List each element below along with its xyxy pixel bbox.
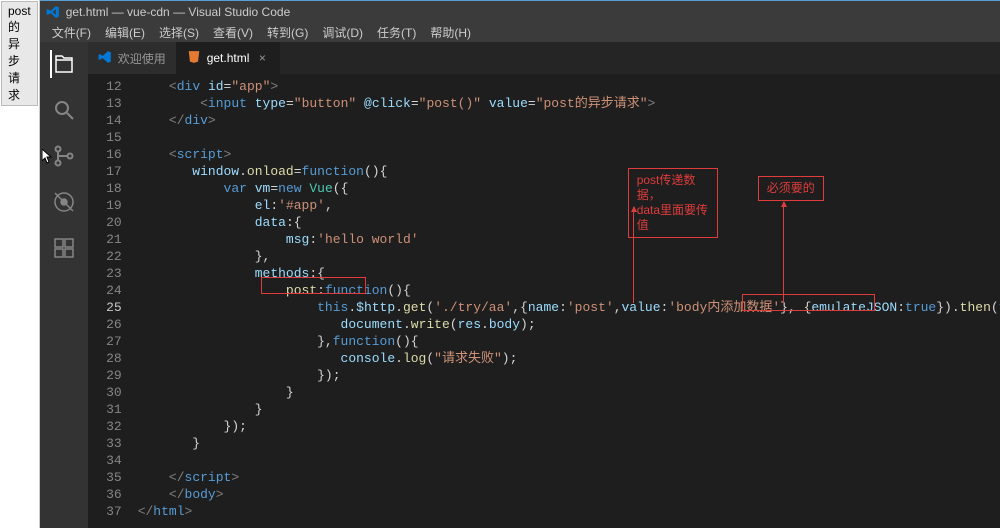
window-title: get.html — vue-cdn — Visual Studio Code (66, 5, 291, 19)
activitybar (40, 42, 88, 528)
menu-edit[interactable]: 编辑(E) (99, 23, 151, 42)
vscode-logo-icon (46, 5, 60, 19)
annotation-required: 必须要的 (758, 176, 824, 201)
tab-get-html[interactable]: get.html × (177, 42, 281, 74)
editor-body[interactable]: 12 13 14 15 16 17 18 19 20 21 22 23 24 2… (88, 74, 1000, 528)
tab-label: 欢迎使用 (118, 50, 166, 67)
explorer-icon[interactable] (50, 50, 78, 78)
titlebar: get.html — vue-cdn — Visual Studio Code (40, 0, 1000, 22)
html-file-icon (187, 50, 201, 67)
vscode-tab-icon (98, 50, 112, 67)
tab-welcome[interactable]: 欢迎使用 (88, 42, 177, 74)
tab-label: get.html (207, 51, 250, 65)
menubar: 文件(F) 编辑(E) 选择(S) 查看(V) 转到(G) 调试(D) 任务(T… (40, 22, 1000, 42)
extensions-icon[interactable] (50, 234, 78, 262)
vscode-window: get.html — vue-cdn — Visual Studio Code … (40, 0, 1000, 528)
code-content[interactable]: <div id="app"> <input type="button" @cli… (138, 74, 1000, 528)
close-icon[interactable]: × (255, 51, 269, 65)
editor-area: 欢迎使用 get.html × 12 13 14 (88, 42, 1000, 528)
tabbar: 欢迎使用 get.html × (88, 42, 1000, 74)
gutter: 12 13 14 15 16 17 18 19 20 21 22 23 24 2… (88, 74, 138, 528)
menu-file[interactable]: 文件(F) (46, 23, 97, 42)
menu-select[interactable]: 选择(S) (153, 23, 205, 42)
annotation-arrow-icon (633, 207, 634, 303)
page-title: post的异步请求 (1, 1, 38, 106)
search-icon[interactable] (50, 96, 78, 124)
menu-view[interactable]: 查看(V) (207, 23, 259, 42)
menu-help[interactable]: 帮助(H) (424, 23, 477, 42)
browser-panel: post的异步请求 (0, 0, 40, 528)
annotation-arrow-icon (783, 202, 784, 303)
menu-debug[interactable]: 调试(D) (316, 23, 369, 42)
cursor-icon (42, 149, 54, 170)
debug-icon[interactable] (50, 188, 78, 216)
annotation-post-data: post传递数据， data里面要传值 (628, 168, 718, 238)
menu-goto[interactable]: 转到(G) (261, 23, 314, 42)
menu-tasks[interactable]: 任务(T) (371, 23, 422, 42)
